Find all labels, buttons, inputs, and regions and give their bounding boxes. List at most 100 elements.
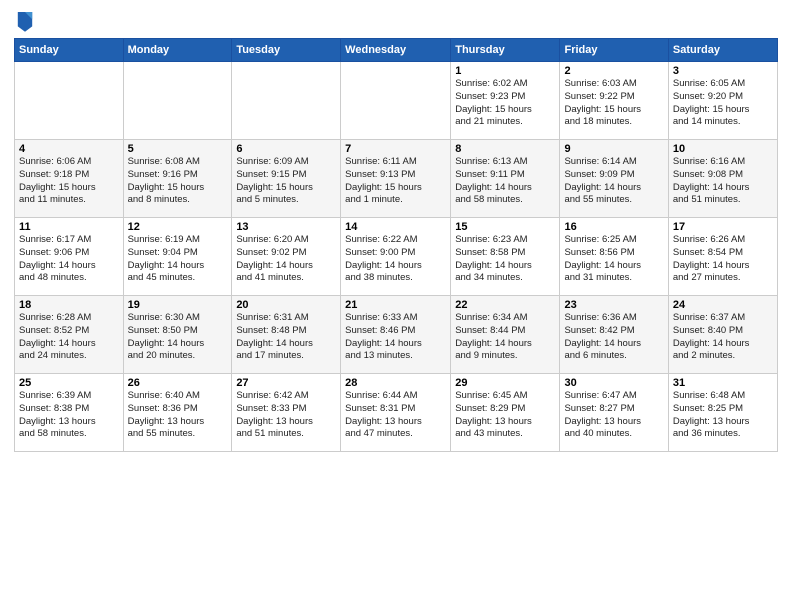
day-info: Sunrise: 6:14 AM Sunset: 9:09 PM Dayligh…	[564, 156, 663, 207]
day-header-tuesday: Tuesday	[232, 39, 341, 62]
calendar-cell: 31Sunrise: 6:48 AM Sunset: 8:25 PM Dayli…	[668, 374, 777, 452]
calendar-cell: 16Sunrise: 6:25 AM Sunset: 8:56 PM Dayli…	[560, 218, 668, 296]
day-number: 10	[673, 143, 773, 155]
day-number: 26	[128, 377, 228, 389]
day-header-wednesday: Wednesday	[341, 39, 451, 62]
day-info: Sunrise: 6:30 AM Sunset: 8:50 PM Dayligh…	[128, 312, 228, 363]
day-number: 31	[673, 377, 773, 389]
week-row-0: 1Sunrise: 6:02 AM Sunset: 9:23 PM Daylig…	[15, 62, 778, 140]
calendar-cell: 19Sunrise: 6:30 AM Sunset: 8:50 PM Dayli…	[123, 296, 232, 374]
calendar-cell: 2Sunrise: 6:03 AM Sunset: 9:22 PM Daylig…	[560, 62, 668, 140]
calendar-cell: 21Sunrise: 6:33 AM Sunset: 8:46 PM Dayli…	[341, 296, 451, 374]
day-header-friday: Friday	[560, 39, 668, 62]
day-number: 29	[455, 377, 555, 389]
calendar-cell: 20Sunrise: 6:31 AM Sunset: 8:48 PM Dayli…	[232, 296, 341, 374]
calendar-cell: 9Sunrise: 6:14 AM Sunset: 9:09 PM Daylig…	[560, 140, 668, 218]
header-area	[14, 10, 778, 32]
day-info: Sunrise: 6:17 AM Sunset: 9:06 PM Dayligh…	[19, 234, 119, 285]
calendar-cell: 3Sunrise: 6:05 AM Sunset: 9:20 PM Daylig…	[668, 62, 777, 140]
day-info: Sunrise: 6:09 AM Sunset: 9:15 PM Dayligh…	[236, 156, 336, 207]
day-info: Sunrise: 6:45 AM Sunset: 8:29 PM Dayligh…	[455, 390, 555, 441]
day-number: 7	[345, 143, 446, 155]
day-info: Sunrise: 6:23 AM Sunset: 8:58 PM Dayligh…	[455, 234, 555, 285]
calendar-cell	[232, 62, 341, 140]
logo	[14, 14, 34, 32]
day-number: 23	[564, 299, 663, 311]
calendar-cell: 25Sunrise: 6:39 AM Sunset: 8:38 PM Dayli…	[15, 374, 124, 452]
day-number: 25	[19, 377, 119, 389]
day-info: Sunrise: 6:40 AM Sunset: 8:36 PM Dayligh…	[128, 390, 228, 441]
calendar-cell: 8Sunrise: 6:13 AM Sunset: 9:11 PM Daylig…	[451, 140, 560, 218]
day-number: 9	[564, 143, 663, 155]
page: SundayMondayTuesdayWednesdayThursdayFrid…	[0, 0, 792, 612]
day-info: Sunrise: 6:22 AM Sunset: 9:00 PM Dayligh…	[345, 234, 446, 285]
day-number: 27	[236, 377, 336, 389]
day-info: Sunrise: 6:08 AM Sunset: 9:16 PM Dayligh…	[128, 156, 228, 207]
day-number: 17	[673, 221, 773, 233]
day-info: Sunrise: 6:03 AM Sunset: 9:22 PM Dayligh…	[564, 78, 663, 129]
calendar-cell: 28Sunrise: 6:44 AM Sunset: 8:31 PM Dayli…	[341, 374, 451, 452]
day-header-saturday: Saturday	[668, 39, 777, 62]
day-info: Sunrise: 6:16 AM Sunset: 9:08 PM Dayligh…	[673, 156, 773, 207]
day-info: Sunrise: 6:42 AM Sunset: 8:33 PM Dayligh…	[236, 390, 336, 441]
week-row-4: 25Sunrise: 6:39 AM Sunset: 8:38 PM Dayli…	[15, 374, 778, 452]
day-number: 13	[236, 221, 336, 233]
day-info: Sunrise: 6:47 AM Sunset: 8:27 PM Dayligh…	[564, 390, 663, 441]
calendar-cell: 10Sunrise: 6:16 AM Sunset: 9:08 PM Dayli…	[668, 140, 777, 218]
day-number: 6	[236, 143, 336, 155]
day-number: 28	[345, 377, 446, 389]
day-info: Sunrise: 6:28 AM Sunset: 8:52 PM Dayligh…	[19, 312, 119, 363]
day-number: 5	[128, 143, 228, 155]
day-number: 11	[19, 221, 119, 233]
day-info: Sunrise: 6:02 AM Sunset: 9:23 PM Dayligh…	[455, 78, 555, 129]
calendar-cell: 17Sunrise: 6:26 AM Sunset: 8:54 PM Dayli…	[668, 218, 777, 296]
day-info: Sunrise: 6:34 AM Sunset: 8:44 PM Dayligh…	[455, 312, 555, 363]
calendar-cell: 7Sunrise: 6:11 AM Sunset: 9:13 PM Daylig…	[341, 140, 451, 218]
day-info: Sunrise: 6:36 AM Sunset: 8:42 PM Dayligh…	[564, 312, 663, 363]
day-number: 24	[673, 299, 773, 311]
day-number: 19	[128, 299, 228, 311]
calendar-cell	[341, 62, 451, 140]
calendar-cell	[123, 62, 232, 140]
calendar-cell: 6Sunrise: 6:09 AM Sunset: 9:15 PM Daylig…	[232, 140, 341, 218]
calendar-cell: 27Sunrise: 6:42 AM Sunset: 8:33 PM Dayli…	[232, 374, 341, 452]
calendar-cell: 1Sunrise: 6:02 AM Sunset: 9:23 PM Daylig…	[451, 62, 560, 140]
day-info: Sunrise: 6:33 AM Sunset: 8:46 PM Dayligh…	[345, 312, 446, 363]
day-info: Sunrise: 6:44 AM Sunset: 8:31 PM Dayligh…	[345, 390, 446, 441]
day-number: 22	[455, 299, 555, 311]
calendar-table: SundayMondayTuesdayWednesdayThursdayFrid…	[14, 38, 778, 452]
day-number: 30	[564, 377, 663, 389]
day-number: 16	[564, 221, 663, 233]
calendar-cell: 24Sunrise: 6:37 AM Sunset: 8:40 PM Dayli…	[668, 296, 777, 374]
calendar-cell: 5Sunrise: 6:08 AM Sunset: 9:16 PM Daylig…	[123, 140, 232, 218]
day-header-sunday: Sunday	[15, 39, 124, 62]
day-info: Sunrise: 6:19 AM Sunset: 9:04 PM Dayligh…	[128, 234, 228, 285]
day-info: Sunrise: 6:31 AM Sunset: 8:48 PM Dayligh…	[236, 312, 336, 363]
calendar-cell: 18Sunrise: 6:28 AM Sunset: 8:52 PM Dayli…	[15, 296, 124, 374]
day-info: Sunrise: 6:20 AM Sunset: 9:02 PM Dayligh…	[236, 234, 336, 285]
week-row-1: 4Sunrise: 6:06 AM Sunset: 9:18 PM Daylig…	[15, 140, 778, 218]
day-number: 3	[673, 65, 773, 77]
calendar-cell	[15, 62, 124, 140]
calendar-cell: 12Sunrise: 6:19 AM Sunset: 9:04 PM Dayli…	[123, 218, 232, 296]
day-info: Sunrise: 6:39 AM Sunset: 8:38 PM Dayligh…	[19, 390, 119, 441]
day-number: 1	[455, 65, 555, 77]
calendar-cell: 26Sunrise: 6:40 AM Sunset: 8:36 PM Dayli…	[123, 374, 232, 452]
week-row-2: 11Sunrise: 6:17 AM Sunset: 9:06 PM Dayli…	[15, 218, 778, 296]
day-number: 12	[128, 221, 228, 233]
week-row-3: 18Sunrise: 6:28 AM Sunset: 8:52 PM Dayli…	[15, 296, 778, 374]
calendar-cell: 13Sunrise: 6:20 AM Sunset: 9:02 PM Dayli…	[232, 218, 341, 296]
day-number: 4	[19, 143, 119, 155]
calendar-cell: 23Sunrise: 6:36 AM Sunset: 8:42 PM Dayli…	[560, 296, 668, 374]
day-number: 15	[455, 221, 555, 233]
calendar-cell: 29Sunrise: 6:45 AM Sunset: 8:29 PM Dayli…	[451, 374, 560, 452]
day-info: Sunrise: 6:05 AM Sunset: 9:20 PM Dayligh…	[673, 78, 773, 129]
day-number: 8	[455, 143, 555, 155]
calendar-cell: 11Sunrise: 6:17 AM Sunset: 9:06 PM Dayli…	[15, 218, 124, 296]
day-number: 14	[345, 221, 446, 233]
day-info: Sunrise: 6:13 AM Sunset: 9:11 PM Dayligh…	[455, 156, 555, 207]
calendar-cell: 4Sunrise: 6:06 AM Sunset: 9:18 PM Daylig…	[15, 140, 124, 218]
day-info: Sunrise: 6:06 AM Sunset: 9:18 PM Dayligh…	[19, 156, 119, 207]
header-row: SundayMondayTuesdayWednesdayThursdayFrid…	[15, 39, 778, 62]
calendar-cell: 15Sunrise: 6:23 AM Sunset: 8:58 PM Dayli…	[451, 218, 560, 296]
